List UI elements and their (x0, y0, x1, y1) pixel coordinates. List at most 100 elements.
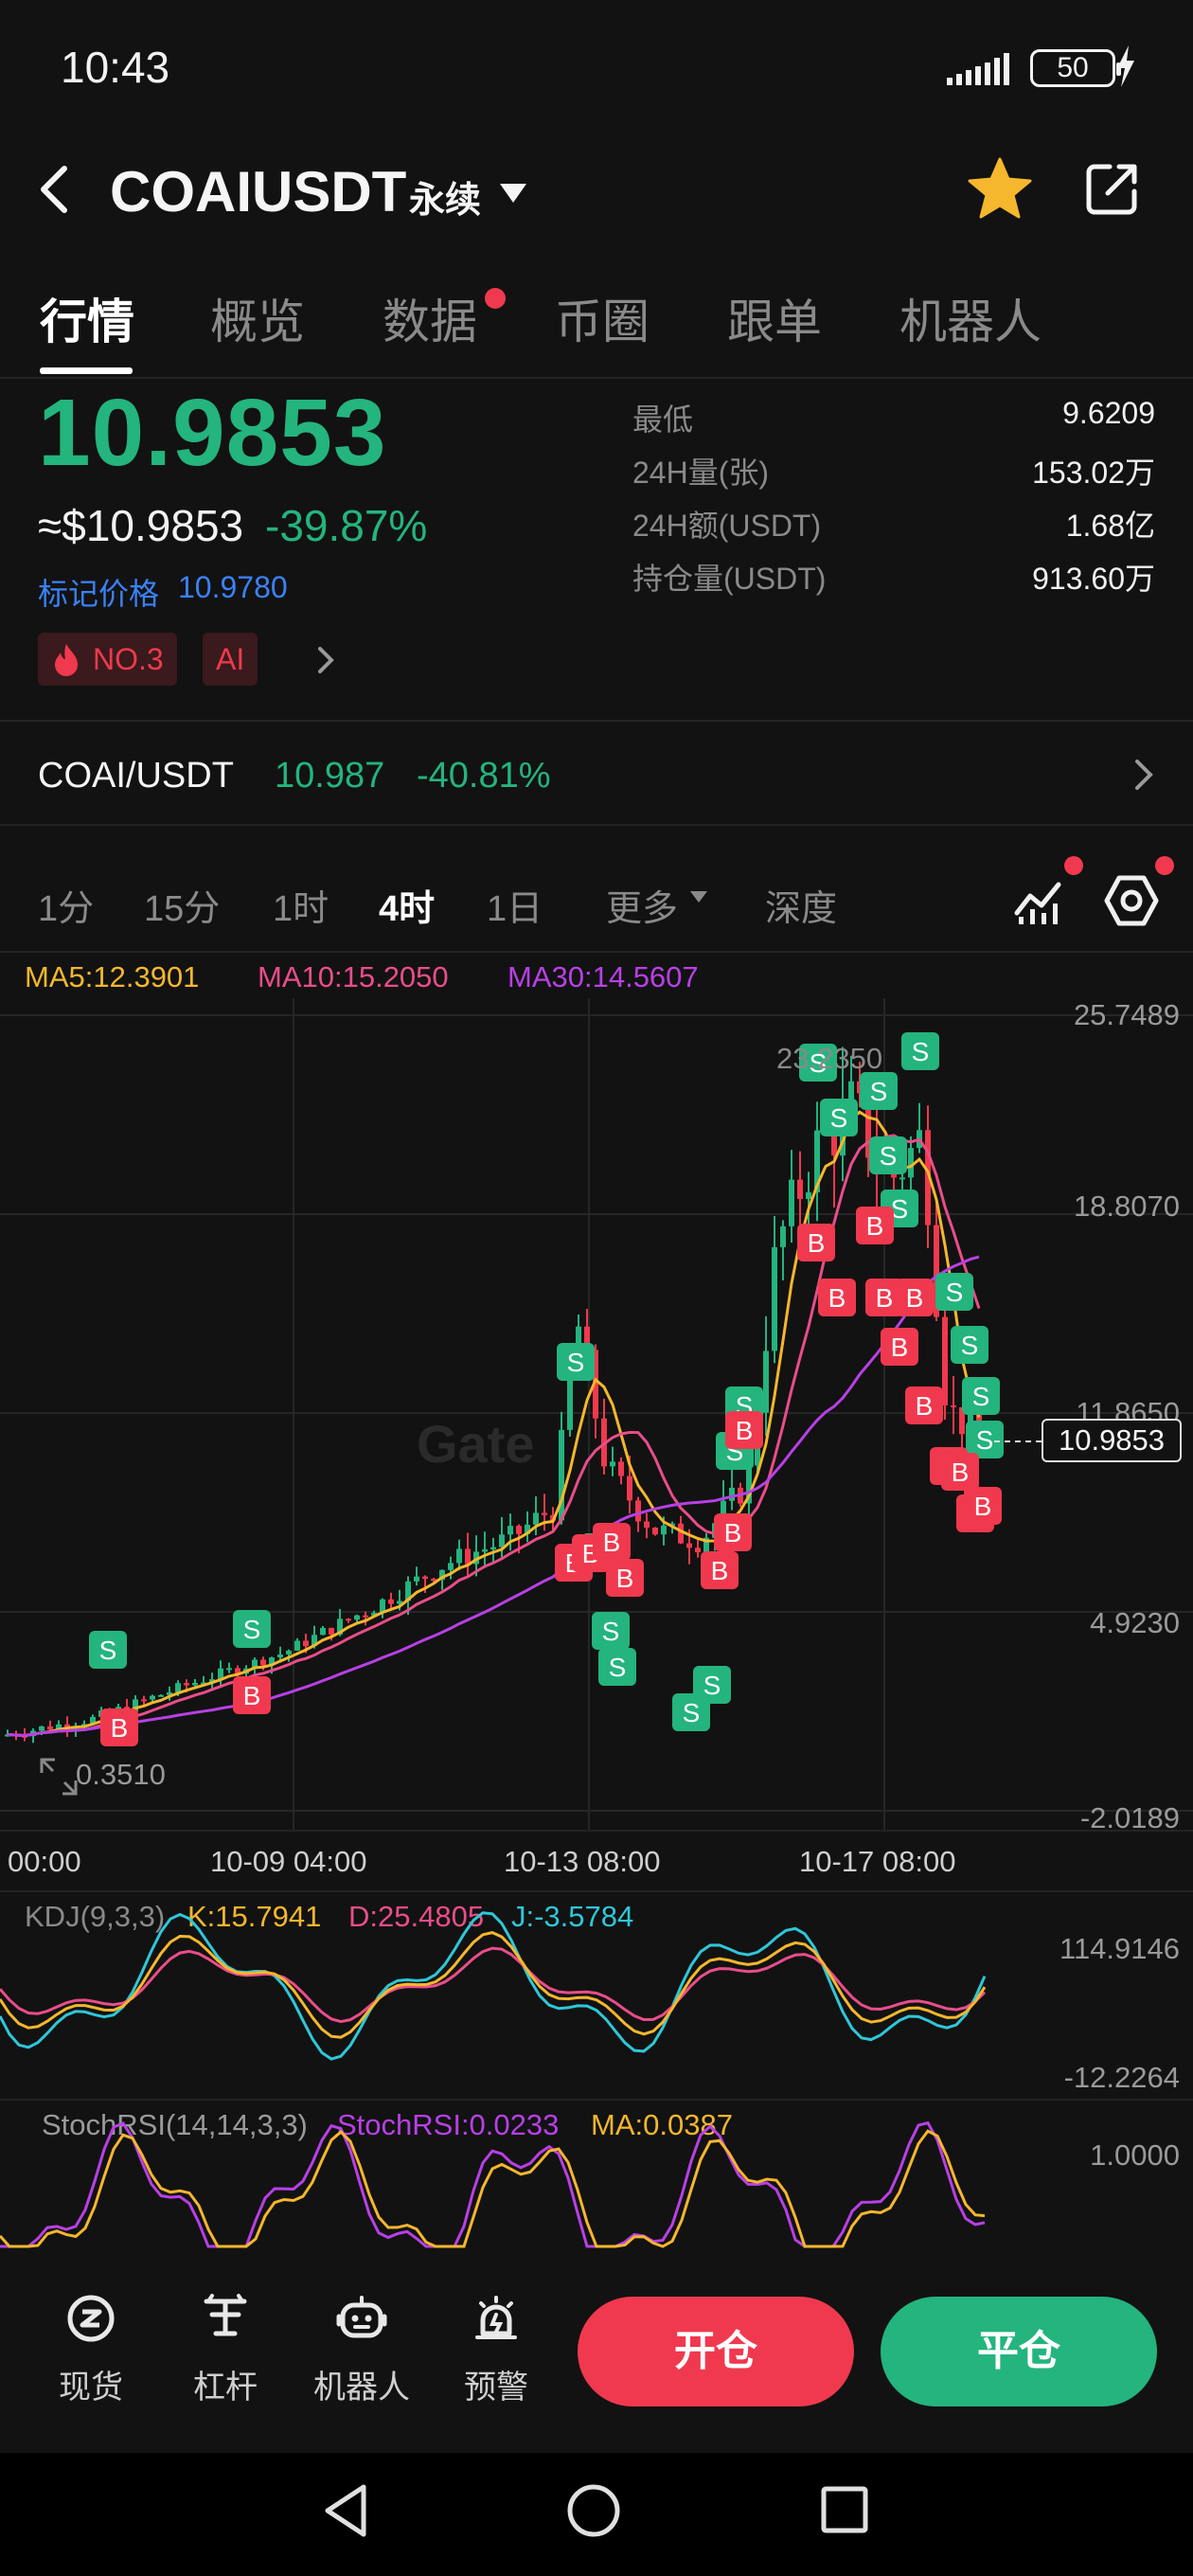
tf-4h[interactable]: 4时 (379, 879, 435, 931)
low-annotation: 0.3510 (76, 1758, 166, 1791)
buy-marker: B (896, 1279, 934, 1316)
last-price: 10.9853 (38, 380, 387, 486)
svg-text:S: S (976, 1425, 994, 1455)
tab-market[interactable]: 行情 (40, 284, 134, 352)
sell-marker: S (860, 1072, 898, 1110)
star-icon[interactable] (968, 157, 1032, 220)
candle-body (729, 1487, 735, 1501)
nav-bot[interactable]: 机器人 (305, 2292, 418, 2407)
robot-icon (336, 2296, 387, 2338)
candle-body (329, 1627, 334, 1635)
ai-tag-badge[interactable]: AI (203, 633, 258, 686)
buy-marker: B (233, 1676, 271, 1714)
tf-1d[interactable]: 1日 (487, 879, 543, 931)
chevron-right-icon[interactable] (316, 646, 335, 674)
nav-bot-label: 机器人 (313, 2370, 410, 2406)
candle-body (414, 1576, 419, 1582)
candle-body (277, 1654, 283, 1658)
close-position-button[interactable]: 平仓 (881, 2297, 1157, 2406)
sell-marker: S (557, 1343, 595, 1381)
candle-body (388, 1599, 394, 1604)
svg-text:B: B (111, 1713, 129, 1743)
leverage-icon (204, 2294, 247, 2336)
candle-body (661, 1525, 667, 1535)
mark-price-value: 10.9780 (178, 570, 288, 604)
x-axis-tick: 00:00 (8, 1845, 81, 1878)
tf-more[interactable]: 更多 (606, 879, 678, 931)
svg-text:B: B (808, 1228, 826, 1258)
candle-body (39, 1726, 45, 1731)
candle-body (542, 1512, 547, 1515)
svg-text:S: S (870, 1077, 888, 1106)
svg-text:B: B (906, 1283, 924, 1313)
settings-icon[interactable] (1104, 875, 1159, 926)
current-price-tag: 10.9853 (1042, 1419, 1182, 1462)
candle-body (226, 1668, 232, 1671)
candle-body (516, 1526, 522, 1534)
chevron-right-icon[interactable] (1132, 758, 1155, 792)
rank-text: NO.3 (93, 642, 164, 676)
stat-oi-value: 913.60万 (1032, 562, 1155, 596)
svg-text:B: B (828, 1283, 846, 1313)
spot-icon (67, 2295, 115, 2342)
stat-oi-label: 持仓量(USDT) (632, 562, 827, 596)
candle-body (456, 1548, 462, 1564)
candle-body (652, 1527, 658, 1535)
tab-copytrade[interactable]: 跟单 (727, 284, 822, 352)
candle-body (686, 1543, 692, 1548)
tf-15m[interactable]: 15分 (144, 879, 220, 931)
back-triangle-icon[interactable] (322, 2483, 369, 2538)
candle-body (678, 1523, 684, 1544)
battery-indicator: 50 (1030, 49, 1121, 87)
tab-data[interactable]: 数据 (383, 284, 477, 352)
buy-marker: B (100, 1708, 138, 1746)
candle-body (772, 1246, 777, 1351)
candle-body (499, 1534, 505, 1547)
ma10-legend: MA10:15.2050 (258, 960, 449, 993)
tab-bot[interactable]: 机器人 (899, 284, 1042, 352)
spot-pair[interactable]: COAI/USDT (38, 756, 234, 796)
home-circle-icon[interactable] (566, 2483, 621, 2538)
svg-text:B: B (974, 1492, 992, 1521)
pair-title[interactable]: COAIUSDT (110, 159, 406, 224)
candles (5, 1046, 982, 1744)
nav-spot[interactable]: 现货 (34, 2292, 148, 2407)
indicator-icon[interactable] (1013, 875, 1066, 924)
buy-marker: B (701, 1551, 739, 1589)
nav-alert[interactable]: 预警 (439, 2292, 553, 2407)
tab-overview[interactable]: 概览 (210, 284, 305, 352)
charging-icon (1117, 45, 1134, 87)
tf-1m[interactable]: 1分 (38, 879, 94, 931)
chart-watermark: Gate (417, 1414, 535, 1474)
tf-1h[interactable]: 1时 (273, 879, 329, 931)
notification-dot (1155, 856, 1174, 875)
candle-body (533, 1512, 539, 1525)
candle-body (635, 1500, 641, 1522)
current-price-line (994, 1440, 1042, 1442)
nav-margin[interactable]: 杠杆 (169, 2292, 282, 2407)
stat-turnover-label: 24H额(USDT) (632, 509, 822, 543)
ma5-legend: MA5:12.3901 (25, 960, 200, 993)
rank-badge[interactable]: NO.3 (38, 633, 177, 686)
tf-depth[interactable]: 深度 (765, 879, 837, 931)
svg-text:B: B (952, 1458, 970, 1487)
buy-marker: B (881, 1328, 918, 1366)
chevron-down-icon[interactable] (498, 182, 528, 205)
open-position-button[interactable]: 开仓 (578, 2297, 854, 2406)
back-icon[interactable] (36, 163, 74, 216)
expand-icon[interactable] (38, 1756, 80, 1798)
divider (0, 951, 1193, 953)
contract-type[interactable]: 永续 (409, 170, 481, 223)
svg-text:B: B (891, 1333, 909, 1362)
tab-community[interactable]: 币圈 (555, 284, 650, 352)
candle-body (286, 1650, 292, 1655)
candle-body (320, 1627, 326, 1636)
system-navigation-bar (0, 2453, 1193, 2576)
recents-square-icon[interactable] (820, 2485, 869, 2534)
candlestick-chart[interactable]: Gate SSSSSSSSSSSSSSSSSSSSBBBBBBBBBBBBBBB… (0, 998, 1193, 1832)
fire-icon (55, 644, 78, 676)
chevron-down-icon[interactable] (689, 890, 708, 903)
share-icon[interactable] (1085, 161, 1140, 216)
buy-marker: B (797, 1224, 835, 1261)
candle-body (618, 1461, 624, 1476)
